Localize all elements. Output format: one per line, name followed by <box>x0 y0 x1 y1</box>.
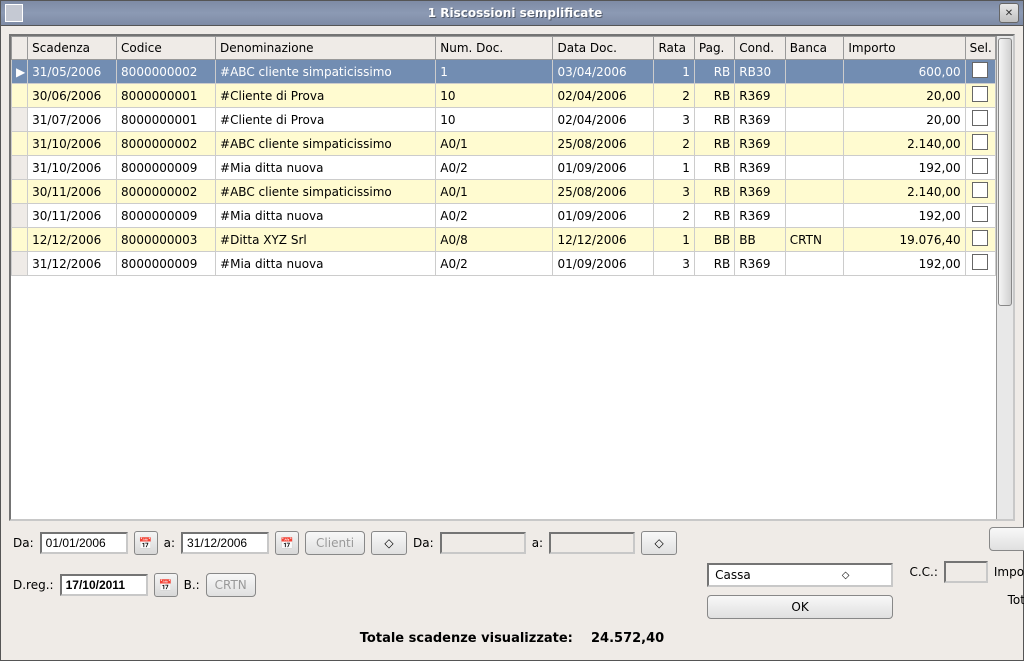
table-row[interactable]: 31/12/20068000000009#Mia ditta nuovaA0/2… <box>12 252 996 276</box>
table-row[interactable]: 31/10/20068000000009#Mia ditta nuovaA0/2… <box>12 156 996 180</box>
cassa-combo[interactable]: Cassa◇ <box>707 563 893 587</box>
select-checkbox[interactable] <box>972 62 988 78</box>
reg-row: D.reg.: 📅 B.: CRTN <box>9 569 681 601</box>
table-row[interactable]: ▶31/05/20068000000002#ABC cliente simpat… <box>12 60 996 84</box>
calendar-icon[interactable]: 📅 <box>154 573 178 597</box>
table-row[interactable]: 12/12/20068000000003#Ditta XYZ SrlA0/812… <box>12 228 996 252</box>
range-to-input[interactable] <box>549 532 635 554</box>
b-label: B.: <box>184 578 200 592</box>
cc-label: C.C.: <box>909 565 937 579</box>
date-to-input[interactable] <box>181 532 269 554</box>
tot-label: Tot.: <box>1008 593 1024 607</box>
da-label: Da: <box>13 536 34 550</box>
table-row[interactable]: 31/10/20068000000002#ABC cliente simpati… <box>12 132 996 156</box>
select-checkbox[interactable] <box>972 206 988 222</box>
calendar-icon[interactable]: 📅 <box>275 531 299 555</box>
vertical-scrollbar[interactable] <box>996 36 1013 519</box>
dreg-input[interactable] <box>60 574 148 596</box>
table-row[interactable]: 31/07/20068000000001#Cliente di Prova100… <box>12 108 996 132</box>
calendar-icon[interactable]: 📅 <box>134 531 158 555</box>
col-header[interactable]: Sel. <box>965 37 995 60</box>
chevron-updown-icon: ◇ <box>800 570 891 581</box>
body: ScadenzaCodiceDenominazioneNum. Doc.Data… <box>1 26 1023 660</box>
range-from-input[interactable] <box>440 532 526 554</box>
table-row[interactable]: 30/11/20068000000009#Mia ditta nuovaA0/2… <box>12 204 996 228</box>
col-header[interactable]: Banca <box>785 37 844 60</box>
range-spinner[interactable]: ◇ <box>641 531 677 555</box>
col-header[interactable]: Codice <box>117 37 216 60</box>
app-icon <box>5 4 23 22</box>
col-header[interactable]: Data Doc. <box>553 37 654 60</box>
app-window: 1 Riscossioni semplificate ✕ ScadenzaCod… <box>0 0 1024 661</box>
cc-input[interactable] <box>944 561 988 583</box>
da2-label: Da: <box>413 536 434 550</box>
filter-row: Da: 📅 a: 📅 Clienti ◇ Da: a: ◇ <box>9 527 681 559</box>
select-checkbox[interactable] <box>972 158 988 174</box>
date-from-input[interactable] <box>40 532 128 554</box>
footer-total: Totale scadenze visualizzate: 24.572,40 <box>9 625 1015 652</box>
clienti-spinner[interactable]: ◇ <box>371 531 407 555</box>
dreg-label: D.reg.: <box>13 578 54 592</box>
col-header[interactable]: Rata <box>654 37 694 60</box>
a-label: a: <box>164 536 175 550</box>
select-checkbox[interactable] <box>972 134 988 150</box>
a2-label: a: <box>532 536 543 550</box>
window-title: 1 Riscossioni semplificate <box>31 6 999 20</box>
close-icon[interactable]: ✕ <box>999 3 1019 23</box>
select-checkbox[interactable] <box>972 86 988 102</box>
visual-button[interactable]: Visual. <box>989 527 1024 551</box>
col-header[interactable]: Num. Doc. <box>436 37 553 60</box>
col-header[interactable]: Cond. <box>735 37 786 60</box>
select-checkbox[interactable] <box>972 254 988 270</box>
table-row[interactable]: 30/06/20068000000001#Cliente di Prova100… <box>12 84 996 108</box>
titlebar: 1 Riscossioni semplificate ✕ <box>1 1 1023 26</box>
col-header[interactable]: Importo <box>844 37 965 60</box>
importo-label: Importo: <box>994 565 1024 579</box>
select-checkbox[interactable] <box>972 110 988 126</box>
bank-button[interactable]: CRTN <box>206 573 256 597</box>
col-header[interactable]: Denominazione <box>216 37 436 60</box>
data-grid: ScadenzaCodiceDenominazioneNum. Doc.Data… <box>9 34 1015 521</box>
clienti-button[interactable]: Clienti <box>305 531 365 555</box>
col-header[interactable]: Pag. <box>694 37 734 60</box>
table[interactable]: ScadenzaCodiceDenominazioneNum. Doc.Data… <box>11 36 996 276</box>
select-checkbox[interactable] <box>972 182 988 198</box>
table-row[interactable]: 30/11/20068000000002#ABC cliente simpati… <box>12 180 996 204</box>
select-checkbox[interactable] <box>972 230 988 246</box>
ok-button[interactable]: OK <box>707 595 893 619</box>
col-header[interactable]: Scadenza <box>28 37 117 60</box>
